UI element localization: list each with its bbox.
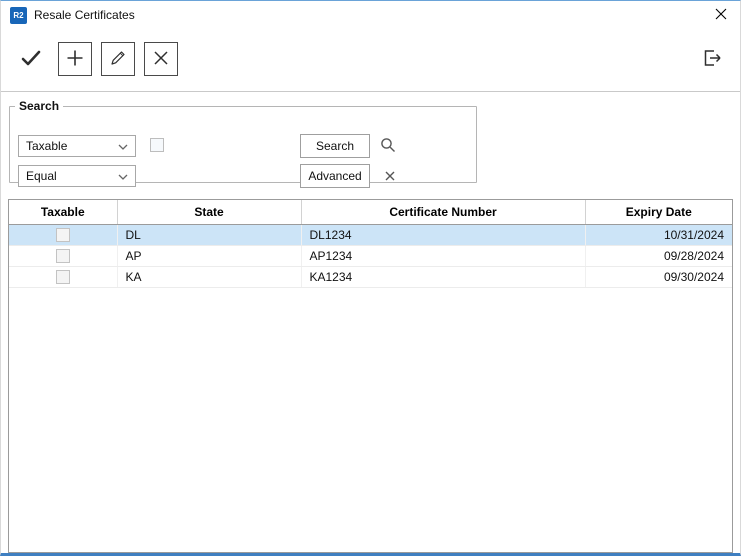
cell-expiry_date: 09/28/2024 bbox=[585, 245, 732, 266]
cell-taxable bbox=[9, 266, 117, 287]
toolbar bbox=[13, 33, 730, 85]
field-select-value: Taxable bbox=[26, 139, 67, 153]
exit-arrow-icon bbox=[701, 48, 723, 71]
row-taxable-checkbox[interactable] bbox=[56, 228, 70, 242]
cell-state: KA bbox=[117, 266, 301, 287]
column-header-expiry_date[interactable]: Expiry Date bbox=[585, 200, 732, 224]
app-icon: R2 bbox=[10, 7, 27, 24]
table-header-row: TaxableStateCertificate NumberExpiry Dat… bbox=[9, 200, 732, 224]
operator-select-value: Equal bbox=[26, 169, 57, 183]
cell-certificate_number: AP1234 bbox=[301, 245, 585, 266]
pencil-icon bbox=[109, 49, 127, 70]
resale-certificates-window: R2 Resale Certificates bbox=[0, 0, 741, 556]
cell-state: DL bbox=[117, 224, 301, 245]
edit-button[interactable] bbox=[101, 42, 135, 76]
certificates-table: TaxableStateCertificate NumberExpiry Dat… bbox=[9, 200, 732, 288]
certificates-table-panel: TaxableStateCertificate NumberExpiry Dat… bbox=[8, 199, 733, 553]
toolbar-separator bbox=[1, 91, 740, 92]
table-row[interactable]: APAP123409/28/2024 bbox=[9, 245, 732, 266]
confirm-button[interactable] bbox=[13, 42, 49, 76]
search-button[interactable]: Search bbox=[300, 134, 370, 158]
search-group: Search Taxable Search Equal Advanced bbox=[9, 99, 477, 183]
add-button[interactable] bbox=[58, 42, 92, 76]
delete-button[interactable] bbox=[144, 42, 178, 76]
chevron-down-icon bbox=[118, 169, 128, 183]
cell-expiry_date: 10/31/2024 bbox=[585, 224, 732, 245]
search-magnifier-button[interactable] bbox=[378, 136, 398, 156]
column-header-taxable[interactable]: Taxable bbox=[9, 200, 117, 224]
plus-icon bbox=[65, 48, 85, 71]
advanced-clear-button[interactable] bbox=[380, 167, 400, 187]
advanced-button[interactable]: Advanced bbox=[300, 164, 370, 188]
close-icon bbox=[715, 8, 727, 23]
window-title: Resale Certificates bbox=[34, 8, 135, 22]
row-taxable-checkbox[interactable] bbox=[56, 270, 70, 284]
operator-select[interactable]: Equal bbox=[18, 165, 136, 187]
row-taxable-checkbox[interactable] bbox=[56, 249, 70, 263]
column-header-state[interactable]: State bbox=[117, 200, 301, 224]
magnifier-icon bbox=[380, 137, 396, 156]
chevron-down-icon bbox=[118, 139, 128, 153]
table-row[interactable]: DLDL123410/31/2024 bbox=[9, 224, 732, 245]
check-icon bbox=[18, 46, 44, 73]
checkbox-icon bbox=[150, 138, 164, 152]
x-icon bbox=[152, 49, 170, 70]
field-select[interactable]: Taxable bbox=[18, 135, 136, 157]
table-row[interactable]: KAKA123409/30/2024 bbox=[9, 266, 732, 287]
cell-state: AP bbox=[117, 245, 301, 266]
column-header-certificate_number[interactable]: Certificate Number bbox=[301, 200, 585, 224]
cell-taxable bbox=[9, 224, 117, 245]
cell-taxable bbox=[9, 245, 117, 266]
search-group-label: Search bbox=[15, 99, 63, 113]
cell-certificate_number: DL1234 bbox=[301, 224, 585, 245]
exit-button[interactable] bbox=[694, 42, 730, 76]
titlebar: R2 Resale Certificates bbox=[1, 1, 740, 29]
cell-certificate_number: KA1234 bbox=[301, 266, 585, 287]
search-taxable-checkbox[interactable] bbox=[150, 138, 164, 155]
x-icon bbox=[384, 170, 396, 185]
cell-expiry_date: 09/30/2024 bbox=[585, 266, 732, 287]
close-button[interactable] bbox=[708, 4, 734, 26]
